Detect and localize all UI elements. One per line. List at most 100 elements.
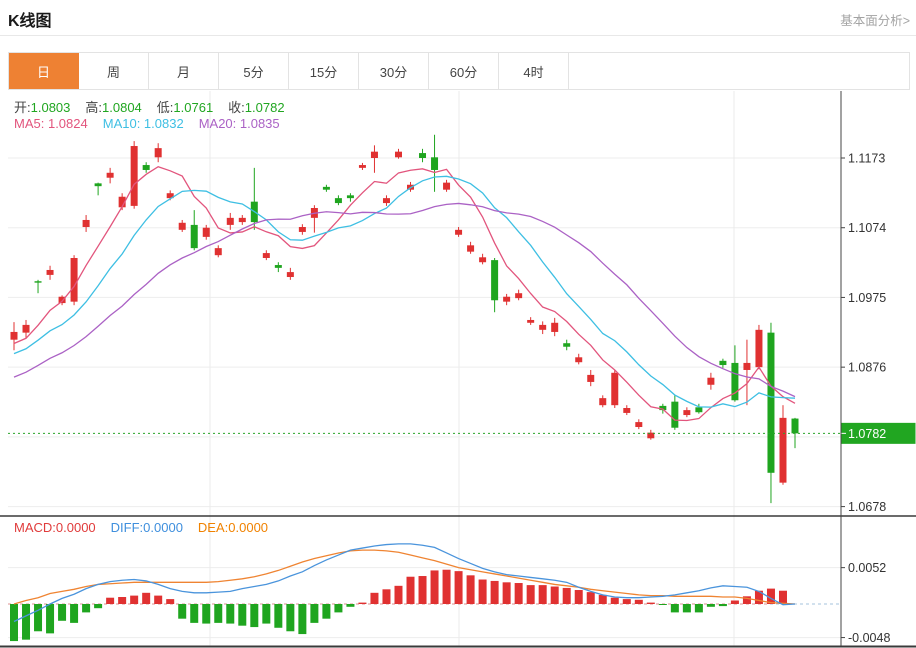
macd-bar bbox=[442, 569, 451, 604]
macd-bar bbox=[394, 585, 403, 604]
macd-bar bbox=[658, 604, 667, 605]
macd-bar bbox=[778, 590, 787, 604]
macd-bar bbox=[538, 585, 547, 604]
macd-bar bbox=[718, 604, 727, 607]
candle-body bbox=[467, 245, 475, 252]
macd-bar bbox=[286, 604, 295, 632]
candle-body bbox=[479, 257, 487, 263]
candle-body bbox=[22, 324, 30, 333]
candle-body bbox=[563, 343, 571, 347]
candle-body bbox=[178, 222, 186, 230]
candle-body bbox=[755, 329, 763, 368]
candle-body bbox=[202, 227, 210, 237]
macd-bar bbox=[142, 592, 151, 604]
macd-bar bbox=[430, 570, 439, 604]
macd-bar bbox=[10, 604, 18, 642]
candle-body bbox=[262, 253, 270, 258]
macd-bar bbox=[202, 604, 211, 624]
candle-body bbox=[370, 151, 378, 158]
macd-bar bbox=[550, 586, 559, 604]
macd-bar bbox=[274, 604, 283, 628]
candle-body bbox=[551, 322, 559, 332]
macd-bar bbox=[310, 604, 319, 623]
macd-bar bbox=[250, 604, 259, 628]
macd-bar bbox=[478, 579, 487, 604]
candle-body bbox=[767, 332, 775, 473]
candle-body bbox=[106, 172, 114, 178]
kline-chart[interactable]: 1.1173 1.1074 1.0975 1.0876 1.0678 0.0052 -0.0… bbox=[0, 0, 916, 648]
candle-body bbox=[611, 372, 619, 406]
macd-bar bbox=[634, 599, 643, 604]
macd-bar bbox=[622, 599, 631, 604]
candle-body bbox=[94, 183, 102, 187]
macd-bar bbox=[406, 576, 415, 604]
macd-bar bbox=[118, 597, 127, 604]
macd-bar bbox=[262, 604, 271, 624]
macd-bar bbox=[106, 597, 115, 604]
candle-body bbox=[322, 186, 330, 190]
macd-bar bbox=[334, 604, 343, 613]
macd-bar bbox=[130, 595, 139, 604]
candle-body bbox=[190, 224, 198, 249]
candle-body bbox=[346, 195, 354, 199]
macd-bar bbox=[454, 571, 463, 604]
macd-bar bbox=[70, 604, 79, 623]
macd-bar bbox=[178, 604, 187, 619]
macd-bar bbox=[670, 604, 679, 613]
macd-bar bbox=[22, 604, 31, 640]
macd-bar bbox=[58, 604, 67, 621]
macd-bar bbox=[370, 592, 379, 604]
candle-body bbox=[743, 362, 751, 370]
macd-bar bbox=[322, 604, 331, 619]
macd-tick-label: -0.0048 bbox=[848, 631, 890, 645]
macd-bar bbox=[382, 589, 391, 604]
macd-bar bbox=[586, 592, 595, 604]
macd-bar bbox=[166, 599, 175, 604]
candle-body bbox=[142, 165, 150, 170]
macd-bar bbox=[694, 604, 703, 613]
price-tick-label: 1.0678 bbox=[848, 500, 886, 514]
candle-body bbox=[431, 157, 439, 170]
macd-bar bbox=[490, 580, 499, 604]
ma10-line bbox=[13, 175, 796, 408]
candle-body bbox=[695, 407, 703, 413]
macd-bar bbox=[46, 604, 55, 634]
candle-body bbox=[683, 410, 691, 416]
candle-body bbox=[382, 198, 390, 204]
macd-bar bbox=[682, 604, 691, 613]
candle-body bbox=[34, 281, 42, 283]
macd-bar bbox=[466, 575, 475, 604]
candle-body bbox=[286, 272, 294, 278]
candle-body bbox=[539, 324, 547, 330]
macd-bar bbox=[238, 604, 247, 626]
candle-body bbox=[298, 227, 306, 232]
price-tick-label: 1.1173 bbox=[848, 152, 885, 166]
macd-bar bbox=[562, 587, 571, 604]
candle-body bbox=[226, 217, 234, 225]
candle-body bbox=[527, 319, 535, 323]
candle-body bbox=[274, 265, 282, 268]
candle-body bbox=[671, 401, 679, 428]
candle-body bbox=[394, 151, 402, 158]
macd-bar bbox=[214, 604, 223, 623]
candle-body bbox=[46, 269, 54, 275]
candle-body bbox=[623, 408, 631, 413]
macd-bar bbox=[574, 590, 583, 604]
macd-bar bbox=[646, 602, 655, 604]
candle-body bbox=[515, 293, 523, 299]
candle-body bbox=[70, 258, 78, 302]
macd-bar bbox=[598, 594, 607, 604]
macd-bar bbox=[298, 604, 307, 635]
candle-body bbox=[719, 360, 727, 366]
candle-body bbox=[599, 398, 607, 406]
candle-body bbox=[419, 153, 427, 158]
candle-body bbox=[334, 198, 342, 204]
candle-body bbox=[491, 260, 499, 301]
price-tick-label: 1.0876 bbox=[848, 361, 886, 375]
macd-bar bbox=[34, 604, 43, 632]
macd-bar bbox=[346, 604, 355, 607]
candle-body bbox=[10, 331, 18, 340]
macd-bar bbox=[526, 585, 535, 604]
macd-bar bbox=[610, 597, 619, 604]
candle-body bbox=[443, 182, 451, 190]
